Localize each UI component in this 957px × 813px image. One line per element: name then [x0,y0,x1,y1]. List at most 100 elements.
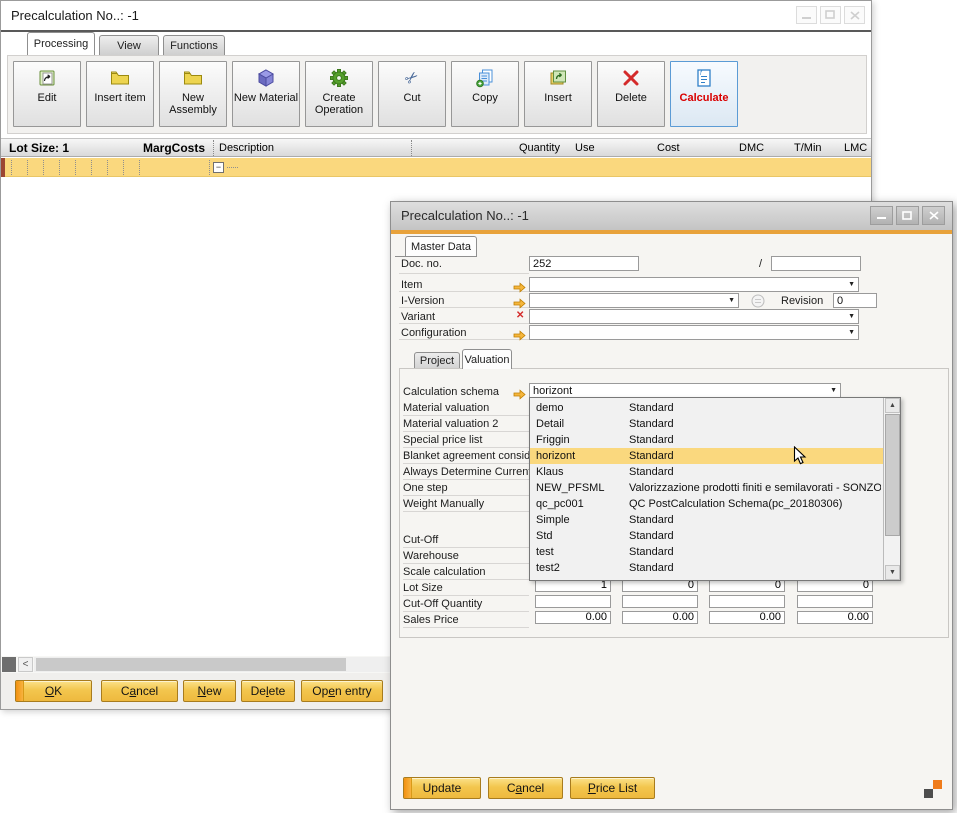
configuration-combo[interactable]: ▼ [529,325,859,340]
toolbar-button-calculate[interactable]: fCalculate [670,61,738,127]
dropdown-item-qc-pc001[interactable]: qc_pc001QC PostCalculation Schema(pc_201… [530,496,883,512]
maximize-icon[interactable] [820,6,841,24]
margcosts-header[interactable]: MargCosts [143,141,205,155]
toolbar-button-label: Copy [452,92,518,104]
chevron-down-icon[interactable]: ▼ [848,313,855,320]
numeric-field-sales-price-0[interactable]: 0.00 [535,611,611,624]
button-delete[interactable]: Delete [241,680,295,702]
scrollbar-thumb[interactable] [885,414,900,536]
minimize-icon[interactable] [796,6,817,24]
chevron-down-icon[interactable]: ▼ [848,329,855,336]
numeric-field-cut-off-quantity-2[interactable] [709,595,785,608]
tab-processing[interactable]: Processing [27,32,95,55]
i-version-label: I-Version [401,295,444,307]
tab-project[interactable]: Project [414,352,460,369]
button-label: Cancel [121,684,158,698]
column-divider[interactable] [411,140,412,156]
toolbar-button-new-assembly[interactable]: New Assembly [159,61,227,127]
toolbar-button-insert-item[interactable]: Insert item [86,61,154,127]
title-bar[interactable]: Precalculation No..: -1 [391,202,952,230]
dropdown-item-horizont[interactable]: horizontStandard [530,448,883,464]
toolbar-button-cut[interactable]: ✂Cut [378,61,446,127]
grid-column-header-description[interactable]: Description [219,142,274,154]
grid-column-header-cost[interactable]: Cost [657,142,680,154]
close-icon[interactable] [922,206,945,225]
numeric-field-cut-off-quantity-3[interactable] [797,595,873,608]
toolbar-button-edit[interactable]: Edit [13,61,81,127]
dropdown-item-desc: Valorizzazione prodotti finiti e semilav… [629,482,881,494]
chevron-down-icon[interactable]: ▼ [848,281,855,288]
dropdown-item-new-pfsml[interactable]: NEW_PFSMLValorizzazione prodotti finiti … [530,480,883,496]
doc-no-secondary-input[interactable] [771,256,861,271]
button-open-entry[interactable]: Open entry [301,680,383,702]
numeric-field-sales-price-2[interactable]: 0.00 [709,611,785,624]
variant-combo[interactable]: ▼ [529,309,859,324]
dropdown-item-test[interactable]: testStandard [530,544,883,560]
button-ok[interactable]: OK [15,680,92,702]
numeric-field-sales-price-3[interactable]: 0.00 [797,611,873,624]
scissors-icon: ✂ [379,62,445,92]
i-version-combo[interactable]: ▼ [529,293,739,308]
button-cancel[interactable]: Cancel [488,777,563,799]
window-controls [796,6,865,24]
dropdown-item-friggin[interactable]: FrigginStandard [530,432,883,448]
toolbar-button-label: Insert [525,92,591,104]
scroll-up-icon[interactable]: ▲ [885,398,900,413]
chevron-down-icon[interactable]: ▼ [728,297,735,304]
toolbar-button-new-material[interactable]: New Material [232,61,300,127]
grid-column-header-t-min[interactable]: T/Min [794,142,822,154]
button-new[interactable]: New [183,680,236,702]
toolbar-button-label: Insert item [87,92,153,104]
collapse-expander-icon[interactable]: − [213,162,224,173]
dropdown-item-klaus[interactable]: KlausStandard [530,464,883,480]
toolbar-button-insert[interactable]: Insert [524,61,592,127]
tab-view[interactable]: View [99,35,159,55]
scroll-left-icon[interactable]: < [18,657,33,672]
dropdown-item-demo[interactable]: demoStandard [530,400,883,416]
calculation-schema-value: horizont [533,385,572,397]
button-label: OK [45,684,62,698]
calculation-schema-combo[interactable]: horizont ▼ [529,383,841,398]
link-arrow-icon[interactable] [513,328,526,346]
dropdown-item-code: qc_pc001 [536,498,584,510]
chevron-down-icon[interactable]: ▼ [830,387,837,394]
title-bar[interactable]: Precalculation No..: -1 [1,1,871,30]
grid-column-header-dmc[interactable]: DMC [739,142,764,154]
item-combo[interactable]: ▼ [529,277,859,292]
maximize-icon[interactable] [896,206,919,225]
grid-column-header-lmc[interactable]: LMC [844,142,867,154]
button-price-list[interactable]: Price List [570,777,655,799]
lot-size-header: Lot Size: 1 [9,141,69,155]
dropdown-item-test2[interactable]: test2Standard [530,560,883,576]
toolbar-button-label: New Assembly [160,92,226,116]
scroll-down-icon[interactable]: ▼ [885,565,900,580]
dropdown-item-code: Std [536,530,553,542]
row-indicator [1,158,5,177]
numeric-field-cut-off-quantity-1[interactable] [622,595,698,608]
toolbar-button-copy[interactable]: Copy [451,61,519,127]
scrollbar-thumb[interactable] [36,658,346,671]
dropdown-item-detail[interactable]: DetailStandard [530,416,883,432]
doc-no-input[interactable]: 252 [529,256,639,271]
minimize-icon[interactable] [870,206,893,225]
variant-clear-icon[interactable]: ✕ [516,310,524,321]
tab-valuation[interactable]: Valuation [462,349,512,369]
column-divider[interactable] [213,140,214,156]
form-mode-icon[interactable] [924,780,943,799]
numeric-field-cut-off-quantity-0[interactable] [535,595,611,608]
button-update[interactable]: Update [403,777,481,799]
close-icon[interactable] [844,6,865,24]
dropdown-item-std[interactable]: StdStandard [530,528,883,544]
revision-input[interactable]: 0 [833,293,877,308]
grid-column-header-use[interactable]: Use [575,142,595,154]
toolbar-button-create-operation[interactable]: Create Operation [305,61,373,127]
numeric-field-sales-price-1[interactable]: 0.00 [622,611,698,624]
edit-icon [14,62,80,92]
grid-selected-row[interactable]: − [1,158,871,177]
toolbar-button-delete[interactable]: Delete [597,61,665,127]
tab-functions[interactable]: Functions [163,35,225,55]
grid-column-header-quantity[interactable]: Quantity [519,142,560,154]
tab-master-data[interactable]: Master Data [405,236,477,257]
button-cancel[interactable]: Cancel [101,680,178,702]
dropdown-item-simple[interactable]: SimpleStandard [530,512,883,528]
